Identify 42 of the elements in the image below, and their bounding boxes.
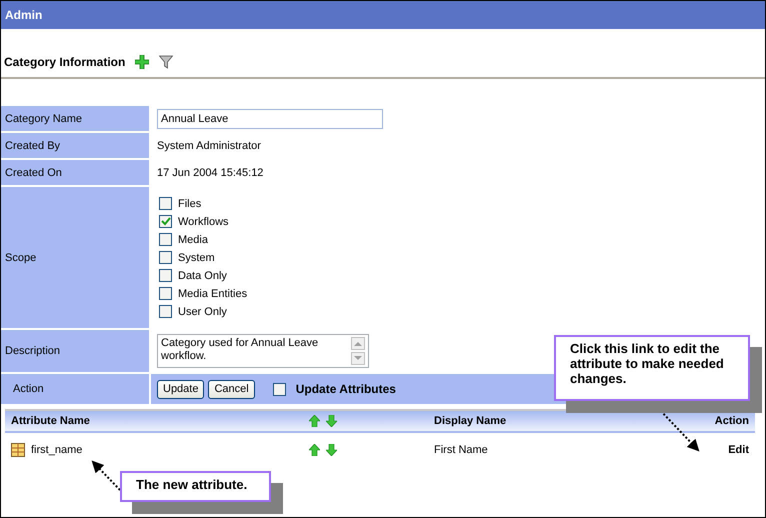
checkbox-label: Files (178, 198, 202, 210)
table-icon (11, 443, 25, 457)
checkbox-label: Media Entities (178, 288, 248, 300)
move-up-icon[interactable] (309, 444, 320, 456)
field-label: Created By (1, 133, 149, 158)
column-header: Attribute Name (11, 415, 91, 427)
checkbox[interactable] (159, 233, 172, 246)
field-label: Action (1, 374, 149, 404)
plus-icon[interactable] (135, 55, 150, 69)
move-down-icon[interactable] (326, 415, 337, 427)
cancel-button[interactable]: Cancel (208, 380, 255, 398)
checkbox-label: Update Attributes (296, 382, 396, 396)
move-down-icon[interactable] (326, 444, 337, 456)
display-name: First Name (434, 444, 489, 456)
checkbox[interactable] (159, 305, 172, 318)
move-up-icon[interactable] (309, 415, 320, 427)
checkbox-label: User Only (178, 306, 227, 318)
checkbox-label: Workflows (178, 216, 229, 228)
category-name-field[interactable]: Annual Leave (157, 108, 383, 128)
checkbox[interactable] (159, 251, 172, 264)
checkbox-label: Data Only (178, 270, 227, 282)
update-button[interactable]: Update (157, 380, 204, 398)
checkbox[interactable] (159, 215, 172, 228)
checkbox[interactable] (159, 287, 172, 300)
header-title: Admin (5, 8, 42, 22)
checkbox-label: System (178, 252, 215, 264)
field-label: Category Name (1, 106, 149, 131)
field-value: System Administrator (157, 140, 261, 152)
field-label: Scope (1, 187, 149, 328)
column-header: Action (714, 415, 749, 427)
edit-link[interactable]: Edit (728, 444, 749, 456)
checkbox[interactable] (272, 382, 286, 396)
section-title: Category Information (4, 55, 126, 69)
funnel-icon[interactable] (159, 55, 174, 69)
attribute-name: first_name (31, 444, 82, 456)
checkbox[interactable] (159, 269, 172, 282)
checkbox-label: Media (178, 234, 208, 246)
checkbox[interactable] (159, 197, 172, 210)
field-label: Description (1, 330, 149, 372)
column-header: Display Name (434, 415, 508, 427)
field-label: Created On (1, 160, 149, 185)
field-value: 17 Jun 2004 15:45:12 (157, 166, 264, 178)
